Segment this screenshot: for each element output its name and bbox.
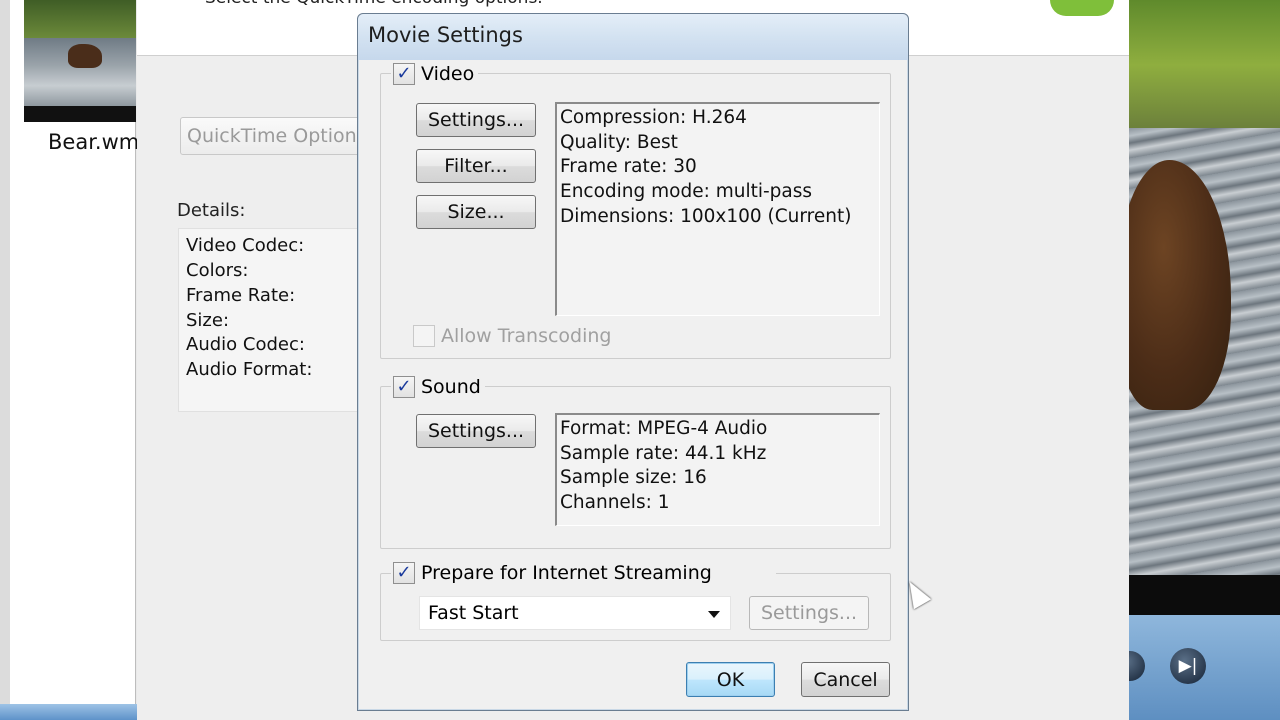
video-info-line: Quality: Best [560,131,678,153]
video-size-button[interactable]: Size... [416,195,536,229]
streaming-settings-button[interactable]: Settings... [749,596,869,630]
video-info-line: Compression: H.264 [560,107,747,128]
details-box: Video Codec: Colors: Frame Rate: Size: A… [178,228,378,412]
dialog-title: Movie Settings [368,23,523,47]
thumbnail-grass [24,0,136,38]
dialog-titlebar[interactable]: Movie Settings [358,14,908,60]
sound-checkbox[interactable]: ✓ [393,376,415,398]
details-row: Colors: [186,260,249,281]
video-checkbox[interactable]: ✓ [393,63,415,85]
sound-info-line: Channels: 1 [560,492,670,514]
video-info-box: Compression: H.264 Quality: Best Frame r… [555,102,880,316]
allow-transcoding-option: Allow Transcoding [413,325,611,347]
preview-letterbox [1129,575,1280,615]
streaming-mode-value: Fast Start [428,602,519,624]
details-label: Details: [177,200,246,221]
thumbnail-bear [68,44,102,68]
video-caption: ✓ Video [391,61,479,87]
thumbnail-label: Bear.wm [48,130,140,154]
sound-info-box: Format: MPEG-4 Audio Sample rate: 44.1 k… [555,413,880,526]
details-row: Audio Codec: [186,334,305,355]
video-info-line: Frame rate: 30 [560,156,697,178]
video-filter-button[interactable]: Filter... [416,149,536,183]
movie-settings-dialog: Movie Settings ✓ Video Settings... Filte… [357,13,909,711]
preview-grass [1129,0,1280,130]
details-row: Frame Rate: [186,285,296,306]
sound-info-line: Sample size: 16 [560,467,707,489]
sound-settings-button[interactable]: Settings... [416,414,536,448]
sound-info-line: Sample rate: 44.1 kHz [560,442,767,464]
sound-info-line: Format: MPEG-4 Audio [560,418,768,439]
cancel-button[interactable]: Cancel [801,662,890,697]
streaming-mode-select[interactable]: Fast Start [419,596,731,630]
details-row: Size: [186,310,230,331]
sound-caption: ✓ Sound [391,374,485,400]
streaming-label: Prepare for Internet Streaming [421,562,712,584]
left-edge [0,0,10,720]
next-track-icon[interactable]: ▶| [1170,648,1206,684]
logo-icon [1050,0,1114,16]
screen: Bear.wm Select the QuickTime encoding op… [0,0,1280,720]
details-row: Video Codec: [186,235,305,256]
quicktime-options-button[interactable]: QuickTime Options... [180,117,380,155]
ok-button[interactable]: OK [686,662,775,697]
video-info-line: Dimensions: 100x100 (Current) [560,205,852,227]
video-thumbnail[interactable] [24,0,136,122]
details-row: Audio Format: [186,359,313,380]
video-settings-button[interactable]: Settings... [416,103,536,137]
taskbar-strip [0,704,137,720]
allow-transcoding-label: Allow Transcoding [441,325,612,347]
streaming-checkbox[interactable]: ✓ [393,562,415,584]
sound-label: Sound [421,376,481,398]
header-instruction: Select the QuickTime encoding options. [205,0,543,8]
video-preview [1129,0,1280,720]
dropdown-arrow-icon [708,611,720,618]
video-info-line: Encoding mode: multi-pass [560,181,813,203]
allow-transcoding-checkbox[interactable] [413,325,435,347]
streaming-caption: ✓ Prepare for Internet Streaming [391,560,776,586]
video-label: Video [421,63,475,85]
